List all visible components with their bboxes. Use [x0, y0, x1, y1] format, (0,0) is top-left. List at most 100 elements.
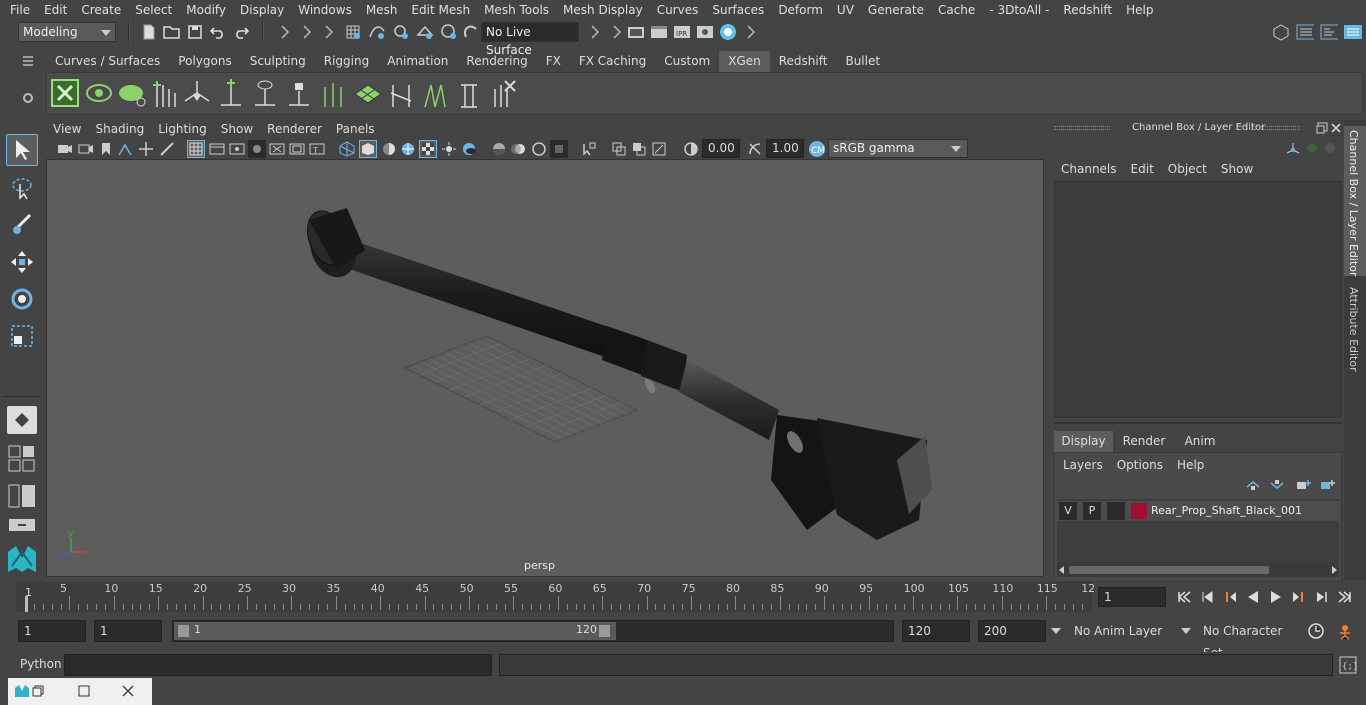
save-scene-icon[interactable] — [186, 23, 204, 41]
film-gate-icon[interactable] — [208, 140, 226, 158]
menu-mesh-tools[interactable]: Mesh Tools — [477, 3, 556, 17]
split-guides-icon[interactable] — [319, 79, 347, 112]
sculpt-guides-icon[interactable] — [183, 79, 211, 112]
tab-fx-caching[interactable]: FX Caching — [570, 51, 655, 72]
live-surface-field[interactable]: No Live Surface — [481, 22, 579, 57]
cb-menu-channels[interactable]: Channels — [1054, 160, 1124, 178]
safe-title-icon[interactable]: T — [308, 140, 326, 158]
render-settings-icon[interactable] — [627, 23, 645, 41]
magnet-icon[interactable] — [462, 23, 480, 41]
collapse-arrow-icon[interactable] — [586, 23, 604, 41]
collapse-arrow-icon[interactable] — [608, 23, 626, 41]
tab-bullet[interactable]: Bullet — [836, 51, 889, 72]
menu-file[interactable]: File — [0, 3, 37, 17]
layer-playback-toggle[interactable]: P — [1083, 502, 1101, 520]
textured-icon[interactable] — [419, 140, 437, 158]
scale-tool-icon[interactable] — [6, 320, 38, 352]
vp-menu-view[interactable]: View — [46, 120, 88, 139]
tab-animation[interactable]: Animation — [378, 51, 457, 72]
menu-cache[interactable]: Cache — [931, 3, 982, 17]
layer-menu-layers[interactable]: Layers — [1056, 455, 1110, 475]
go-to-start-icon[interactable] — [1176, 589, 1192, 608]
menu-display[interactable]: Display — [233, 3, 291, 17]
vp-menu-shading[interactable]: Shading — [88, 120, 151, 139]
fx-modules-icon[interactable] — [421, 79, 449, 112]
new-scene-icon[interactable] — [140, 23, 158, 41]
lock-guides-icon[interactable] — [285, 79, 313, 112]
use-all-lights-icon[interactable] — [440, 140, 458, 158]
maximize-window-icon[interactable] — [78, 685, 90, 700]
animation-start-field[interactable]: 1 — [18, 620, 86, 642]
wireframe-on-shaded-icon[interactable] — [399, 140, 417, 158]
camera-select-icon[interactable] — [56, 140, 74, 158]
play-backwards-icon[interactable] — [1245, 589, 1261, 608]
collapse-arrow-icon[interactable] — [276, 23, 294, 41]
field-chart-icon[interactable] — [268, 140, 286, 158]
menu-mesh[interactable]: Mesh — [359, 3, 405, 17]
grease-pencil-icon[interactable] — [158, 140, 176, 158]
xgen-editor-icon[interactable] — [51, 79, 79, 107]
gray-dot-icon[interactable] — [1324, 142, 1336, 157]
step-forward-frame-icon[interactable] — [1291, 589, 1307, 608]
layer-color-swatch[interactable] — [1131, 503, 1147, 519]
float-panel-icon[interactable] — [1316, 122, 1328, 137]
render-view-icon[interactable] — [696, 23, 714, 41]
menu-create[interactable]: Create — [74, 3, 128, 17]
shelf-menu-icon[interactable] — [22, 54, 34, 71]
snap-curve-icon[interactable] — [368, 23, 386, 41]
auto-key-icon[interactable] — [1307, 622, 1325, 643]
move-tool-icon[interactable] — [6, 246, 38, 278]
layer-reference-toggle[interactable] — [1107, 502, 1125, 520]
colorspace-dropdown[interactable]: sRGB gamma — [828, 139, 968, 158]
exposure-icon[interactable] — [682, 140, 700, 158]
tab-sculpting[interactable]: Sculpting — [241, 51, 315, 72]
lasso-tool-icon[interactable] — [6, 172, 38, 204]
tab-anim[interactable]: Anim — [1172, 431, 1228, 452]
gate-mask-icon[interactable] — [248, 140, 266, 158]
layer-visibility-toggle[interactable]: V — [1059, 502, 1077, 520]
layer-name[interactable]: Rear_Prop_Shaft_Black_001 — [1151, 502, 1302, 520]
four-pane-layout-icon[interactable] — [8, 445, 36, 476]
tab-render[interactable]: Render — [1116, 431, 1172, 452]
xgen-preview-icon[interactable] — [85, 81, 113, 110]
tool-settings-toggle-icon[interactable] — [1343, 23, 1363, 41]
menu-windows[interactable]: Windows — [291, 3, 359, 17]
anti-aliasing-icon[interactable] — [530, 140, 548, 158]
restore-window-icon[interactable] — [32, 685, 44, 700]
snap-point-icon[interactable] — [392, 23, 410, 41]
script-editor-icon[interactable]: {;} — [1339, 656, 1358, 677]
camera-attributes-icon[interactable] — [77, 140, 95, 158]
vp-menu-lighting[interactable]: Lighting — [151, 120, 214, 139]
guide-width-icon[interactable] — [455, 79, 483, 112]
tab-rigging[interactable]: Rigging — [315, 51, 378, 72]
current-frame-indicator[interactable] — [25, 596, 28, 612]
menu-redshift[interactable]: Redshift — [1056, 3, 1119, 17]
play-forwards-icon[interactable] — [1268, 589, 1284, 608]
collapse-arrow-icon[interactable] — [320, 23, 338, 41]
shelf-gear-icon[interactable] — [22, 92, 34, 107]
resolution-gate-icon[interactable] — [228, 140, 246, 158]
playback-start-field[interactable]: 1 — [94, 620, 162, 642]
grid-toggle-icon[interactable] — [187, 140, 205, 158]
step-forward-key-icon[interactable] — [1314, 589, 1330, 608]
vp-menu-show[interactable]: Show — [214, 120, 260, 139]
vp-menu-panels[interactable]: Panels — [329, 120, 382, 139]
close-window-icon[interactable] — [122, 685, 134, 700]
attribute-editor-toggle-icon[interactable] — [1320, 23, 1338, 41]
depth-of-field-icon[interactable] — [550, 140, 568, 158]
wireframe-icon[interactable] — [338, 140, 356, 158]
range-slider-bar[interactable]: 1 120 — [174, 622, 616, 640]
channel-box-toggle-icon[interactable] — [1296, 23, 1314, 41]
menu-deform[interactable]: Deform — [771, 3, 830, 17]
rotate-tool-icon[interactable] — [6, 283, 38, 315]
move-layer-down-icon[interactable] — [1269, 479, 1285, 494]
color-management-icon[interactable]: CM — [808, 140, 826, 158]
place-guide-icon[interactable] — [217, 79, 245, 112]
scroll-thumb[interactable] — [1069, 566, 1269, 574]
cb-menu-object[interactable]: Object — [1161, 160, 1214, 178]
hypershade-icon[interactable] — [719, 23, 737, 41]
gamma-field[interactable]: 1.00 — [766, 139, 804, 158]
density-map-icon[interactable] — [353, 79, 383, 112]
isolate-select-icon[interactable] — [580, 140, 598, 158]
single-pane-layout-icon[interactable] — [7, 406, 37, 434]
